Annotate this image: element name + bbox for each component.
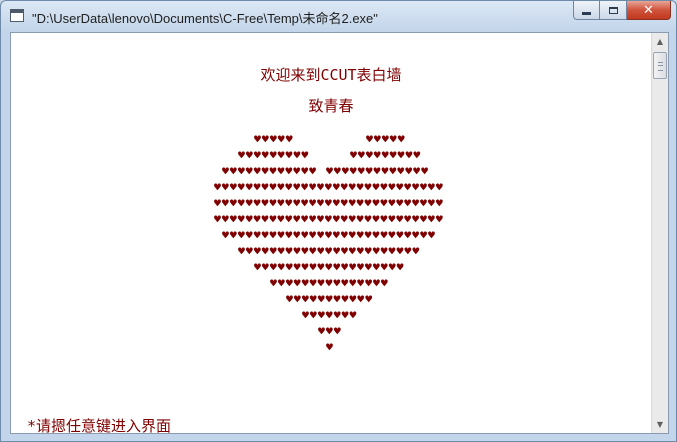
heart-glyph-run: ♥♥♥♥♥♥♥♥♥♥♥♥♥♥♥♥♥♥♥♥♥♥♥ [238, 244, 421, 258]
heart-row: ♥♥♥♥♥ ♥♥♥♥♥ [11, 131, 651, 147]
close-icon: ✕ [643, 2, 654, 18]
console-output-area[interactable]: 欢迎来到CCUT表白墙 致青春 ♥♥♥♥♥ ♥♥♥♥♥ ♥♥♥♥♥♥♥♥♥ ♥♥♥♥♥… [10, 32, 669, 434]
heart-row: ♥♥♥♥♥♥♥♥♥ ♥♥♥♥♥♥♥♥♥ [11, 147, 651, 163]
heart-glyph-run: ♥♥♥♥♥♥♥♥♥♥♥♥♥♥♥♥♥♥♥♥♥♥♥♥♥♥♥ [222, 228, 436, 242]
scroll-up-arrow-icon[interactable]: ▲ [652, 33, 668, 50]
heart-row: ♥♥♥♥♥♥♥♥♥♥♥♥♥♥♥♥♥♥♥ [11, 259, 651, 275]
window-controls: ✕ [573, 1, 671, 21]
heart-row: ♥♥♥♥♥♥♥♥♥♥♥♥ ♥♥♥♥♥♥♥♥♥♥♥♥♥ [11, 163, 651, 179]
console-window: "D:\UserData\lenovo\Documents\C-Free\Tem… [0, 0, 677, 442]
heart-glyph-run: ♥♥♥♥♥♥♥♥♥♥♥♥♥♥♥♥♥♥♥♥♥♥♥♥♥♥♥♥♥ [214, 180, 444, 194]
heart-glyph-run: ♥♥♥♥♥♥♥♥♥♥♥♥♥ [326, 164, 430, 178]
welcome-text: 欢迎来到CCUT表白墙 [260, 66, 402, 84]
heart-glyph-run: ♥♥♥♥♥ [366, 132, 406, 146]
maximize-icon [608, 6, 618, 14]
heart-row: ♥♥♥♥♥♥♥♥♥♥♥♥♥♥♥♥♥♥♥♥♥♥♥ [11, 243, 651, 259]
window-title: "D:\UserData\lenovo\Documents\C-Free\Tem… [32, 11, 378, 26]
heart-glyph-run: ♥ [326, 340, 334, 354]
scrollbar-thumb[interactable] [653, 52, 667, 79]
heart-row: ♥ [11, 339, 651, 355]
heart-row: ♥♥♥♥♥♥♥ [11, 307, 651, 323]
heart-row: ♥♥♥♥♥♥♥♥♥♥♥♥♥♥♥ [11, 275, 651, 291]
minimize-icon [582, 11, 591, 15]
heart-glyph-run: ♥♥♥♥♥♥♥♥♥♥♥♥♥♥♥♥♥♥♥ [254, 260, 405, 274]
heart-glyph-run: ♥♥♥♥♥♥♥ [302, 308, 358, 322]
close-button[interactable]: ✕ [627, 1, 671, 20]
heart-row: ♥♥♥♥♥♥♥♥♥♥♥♥♥♥♥♥♥♥♥♥♥♥♥♥♥♥♥♥♥ [11, 211, 651, 227]
heart-glyph-run: ♥♥♥♥♥♥♥♥♥♥♥ [286, 292, 374, 306]
minimize-button[interactable] [573, 1, 600, 20]
heart-row: ♥♥♥♥♥♥♥♥♥♥♥ [11, 291, 651, 307]
maximize-button[interactable] [600, 1, 627, 20]
heart-row: ♥♥♥♥♥♥♥♥♥♥♥♥♥♥♥♥♥♥♥♥♥♥♥♥♥♥♥♥♥ [11, 195, 651, 211]
heart-row: ♥♥♥♥♥♥♥♥♥♥♥♥♥♥♥♥♥♥♥♥♥♥♥♥♥♥♥ [11, 227, 651, 243]
heart-glyph-run: ♥♥♥♥♥♥♥♥♥ [350, 148, 422, 162]
scroll-down-arrow-icon[interactable]: ▼ [652, 416, 668, 433]
heart-glyph-run: ♥♥♥♥♥♥♥♥♥♥♥♥♥♥♥♥♥♥♥♥♥♥♥♥♥♥♥♥♥ [214, 196, 444, 210]
heart-art: ♥♥♥♥♥ ♥♥♥♥♥ ♥♥♥♥♥♥♥♥♥ ♥♥♥♥♥♥♥♥♥ ♥♥♥♥♥♥♥♥♥♥♥♥… [11, 131, 651, 355]
press-any-key-prompt: *请摁任意键进入界面 [27, 417, 172, 434]
console-window-icon[interactable] [10, 9, 24, 22]
vertical-scrollbar[interactable]: ▲ ▼ [651, 33, 668, 433]
heart-glyph-run: ♥♥♥♥♥♥♥♥♥ [238, 148, 310, 162]
subtitle-text: 致青春 [308, 97, 354, 115]
heart-glyph-run: ♥♥♥♥♥♥♥♥♥♥♥♥ [222, 164, 318, 178]
heart-row: ♥♥♥♥♥♥♥♥♥♥♥♥♥♥♥♥♥♥♥♥♥♥♥♥♥♥♥♥♥ [11, 179, 651, 195]
heart-glyph-run: ♥♥♥♥♥♥♥♥♥♥♥♥♥♥♥♥♥♥♥♥♥♥♥♥♥♥♥♥♥ [214, 212, 444, 226]
heart-glyph-run: ♥♥♥♥♥♥♥♥♥♥♥♥♥♥♥ [270, 276, 389, 290]
heart-glyph-run: ♥♥♥♥♥ [254, 132, 294, 146]
heart-row: ♥♥♥ [11, 323, 651, 339]
title-bar[interactable]: "D:\UserData\lenovo\Documents\C-Free\Tem… [1, 1, 676, 31]
heart-glyph-run: ♥♥♥ [318, 324, 342, 338]
